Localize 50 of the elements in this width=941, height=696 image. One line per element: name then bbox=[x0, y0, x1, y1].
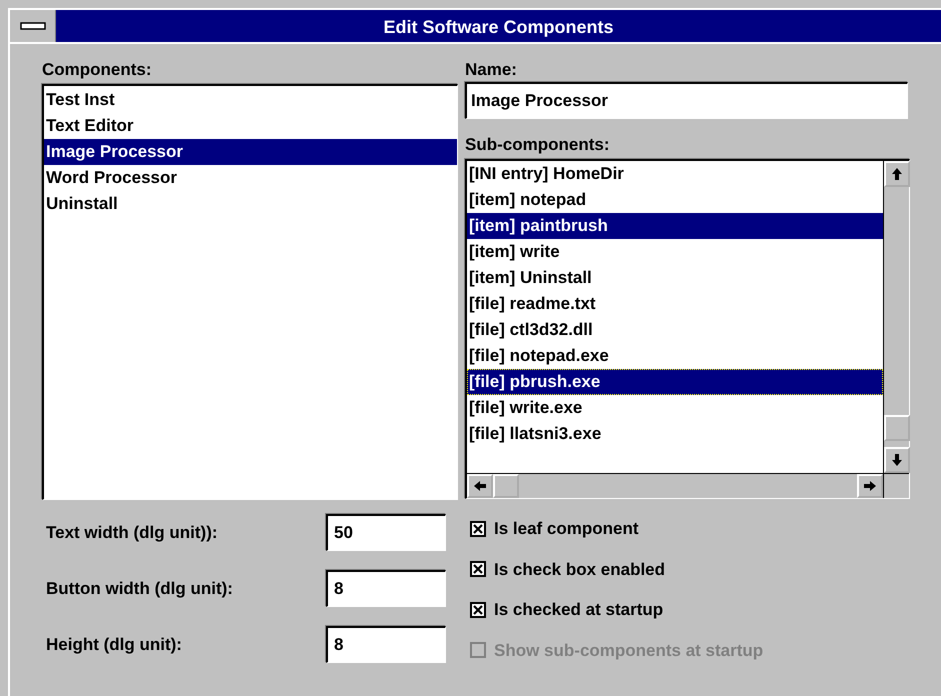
components-label: Components: bbox=[42, 60, 153, 80]
sub-components-list[interactable]: [INI entry] HomeDir [item] notepad [item] paintbrush [item] write [item] Uninstall [file] readme.txt [file] ctl3d32.dll [file] notepad.exe [file] pbrush.exe [file] write.exe [file] llatsni3.exe bbox=[465, 159, 910, 499]
window-title: Edit Software Components bbox=[56, 10, 941, 42]
list-item[interactable]: [file] write.exe bbox=[467, 395, 883, 421]
list-item[interactable]: Uninstall bbox=[44, 191, 457, 217]
scroll-down-button[interactable] bbox=[884, 447, 910, 473]
checkbox[interactable] bbox=[470, 561, 486, 578]
horizontal-scrollbar[interactable] bbox=[467, 473, 883, 498]
name-label: Name: bbox=[465, 60, 518, 80]
list-item[interactable]: [item] notepad bbox=[467, 187, 883, 213]
components-list[interactable]: Test Inst Text Editor Image Processor Word Processor Uninstall bbox=[42, 84, 458, 500]
name-field[interactable]: Image Processor bbox=[465, 82, 908, 119]
list-item[interactable]: Test Inst bbox=[44, 87, 457, 113]
scroll-left-button[interactable] bbox=[467, 474, 493, 498]
checkbox-label: Is leaf component bbox=[494, 518, 639, 540]
list-item[interactable]: Text Editor bbox=[44, 113, 457, 139]
list-item[interactable]: [file] notepad.exe bbox=[467, 343, 883, 369]
checkbox[interactable] bbox=[470, 602, 486, 618]
left-arrow-icon bbox=[474, 481, 486, 491]
checkbox-label: Is checked at startup bbox=[494, 599, 664, 621]
scroll-thumb[interactable] bbox=[884, 415, 910, 441]
field-label: Button width (dlg unit): bbox=[46, 578, 234, 600]
list-item[interactable]: [file] pbrush.exe bbox=[467, 369, 883, 395]
checkbox-label: Show sub-components at startup bbox=[494, 640, 764, 662]
scroll-up-button[interactable] bbox=[884, 161, 910, 187]
sub-components-label: Sub-components: bbox=[465, 135, 610, 155]
list-item[interactable]: Word Processor bbox=[44, 165, 457, 191]
input-field[interactable]: 8 bbox=[326, 570, 446, 607]
field-label: Text width (dlg unit)): bbox=[46, 522, 219, 544]
down-arrow-icon bbox=[892, 454, 902, 466]
right-arrow-icon bbox=[864, 481, 876, 491]
checkbox-label: Is check box enabled bbox=[494, 558, 666, 580]
list-item[interactable]: [INI entry] HomeDir bbox=[467, 161, 883, 187]
scroll-right-button[interactable] bbox=[857, 474, 883, 498]
list-item[interactable]: [file] llatsni3.exe bbox=[467, 421, 883, 447]
list-item[interactable]: [file] readme.txt bbox=[467, 291, 883, 317]
scroll-thumb[interactable] bbox=[493, 474, 519, 498]
checkbox[interactable] bbox=[470, 520, 486, 537]
list-item[interactable]: [item] paintbrush bbox=[467, 213, 883, 239]
list-item[interactable]: Image Processor bbox=[44, 139, 457, 165]
field-label: Height (dlg unit): bbox=[46, 634, 183, 656]
list-item[interactable]: [item] write bbox=[467, 239, 883, 265]
scrollbar-corner bbox=[883, 473, 909, 498]
list-item[interactable]: [item] Uninstall bbox=[467, 265, 883, 291]
list-item[interactable]: [file] ctl3d32.dll bbox=[467, 317, 883, 343]
vertical-scrollbar[interactable] bbox=[883, 161, 909, 473]
input-field[interactable]: 8 bbox=[326, 626, 446, 663]
input-field[interactable]: 50 bbox=[326, 514, 446, 551]
up-arrow-icon bbox=[892, 168, 902, 180]
system-menu-icon[interactable] bbox=[20, 22, 46, 30]
